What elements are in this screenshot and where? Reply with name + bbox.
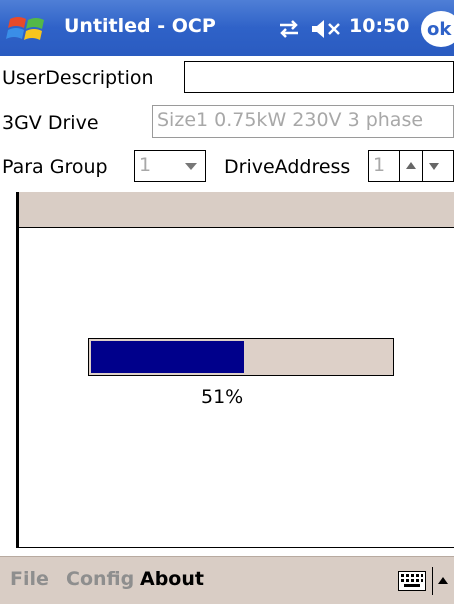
stepper-divider <box>422 151 423 181</box>
content-panel: 51% <box>16 192 454 548</box>
keyboard-icon[interactable] <box>398 571 426 591</box>
window-title: Untitled - OCP <box>64 15 216 37</box>
stepper-divider <box>399 151 400 181</box>
content-header-strip <box>19 192 454 228</box>
progress-bar-fill <box>91 341 244 373</box>
progress-percent-text: 51% <box>201 386 244 408</box>
drive-address-stepper[interactable]: 1 <box>368 150 454 182</box>
drive-model-select[interactable]: Size1 0.75kW 230V 3 phase <box>152 105 454 138</box>
windows-flag-icon[interactable] <box>6 13 52 45</box>
menu-bar: File Config About <box>0 556 454 604</box>
drive-address-value: 1 <box>373 154 386 176</box>
sip-separator <box>432 567 433 595</box>
user-description-input[interactable] <box>184 61 454 93</box>
title-bar: Untitled - OCP 10:50 ok <box>0 0 454 56</box>
clock-time[interactable]: 10:50 <box>349 15 409 37</box>
menu-item-config[interactable]: Config <box>66 568 134 590</box>
spin-down-icon[interactable] <box>429 163 439 170</box>
para-group-value: 1 <box>139 154 152 176</box>
progress-bar <box>88 338 394 376</box>
drive-address-label: DriveAddress <box>224 156 351 178</box>
chevron-down-icon <box>185 163 197 170</box>
spin-up-icon[interactable] <box>406 162 416 169</box>
para-group-label: Para Group <box>2 156 108 178</box>
user-description-label: UserDescription <box>2 67 154 89</box>
menu-item-file[interactable]: File <box>10 568 49 590</box>
sip-toggle-arrow-icon[interactable] <box>438 577 448 584</box>
connectivity-icon[interactable] <box>276 18 302 40</box>
para-group-dropdown[interactable]: 1 <box>134 150 206 182</box>
drive-label: 3GV Drive <box>2 112 99 134</box>
ok-button[interactable]: ok <box>421 11 454 47</box>
speaker-muted-icon[interactable] <box>310 18 344 40</box>
menu-item-about[interactable]: About <box>140 568 204 590</box>
